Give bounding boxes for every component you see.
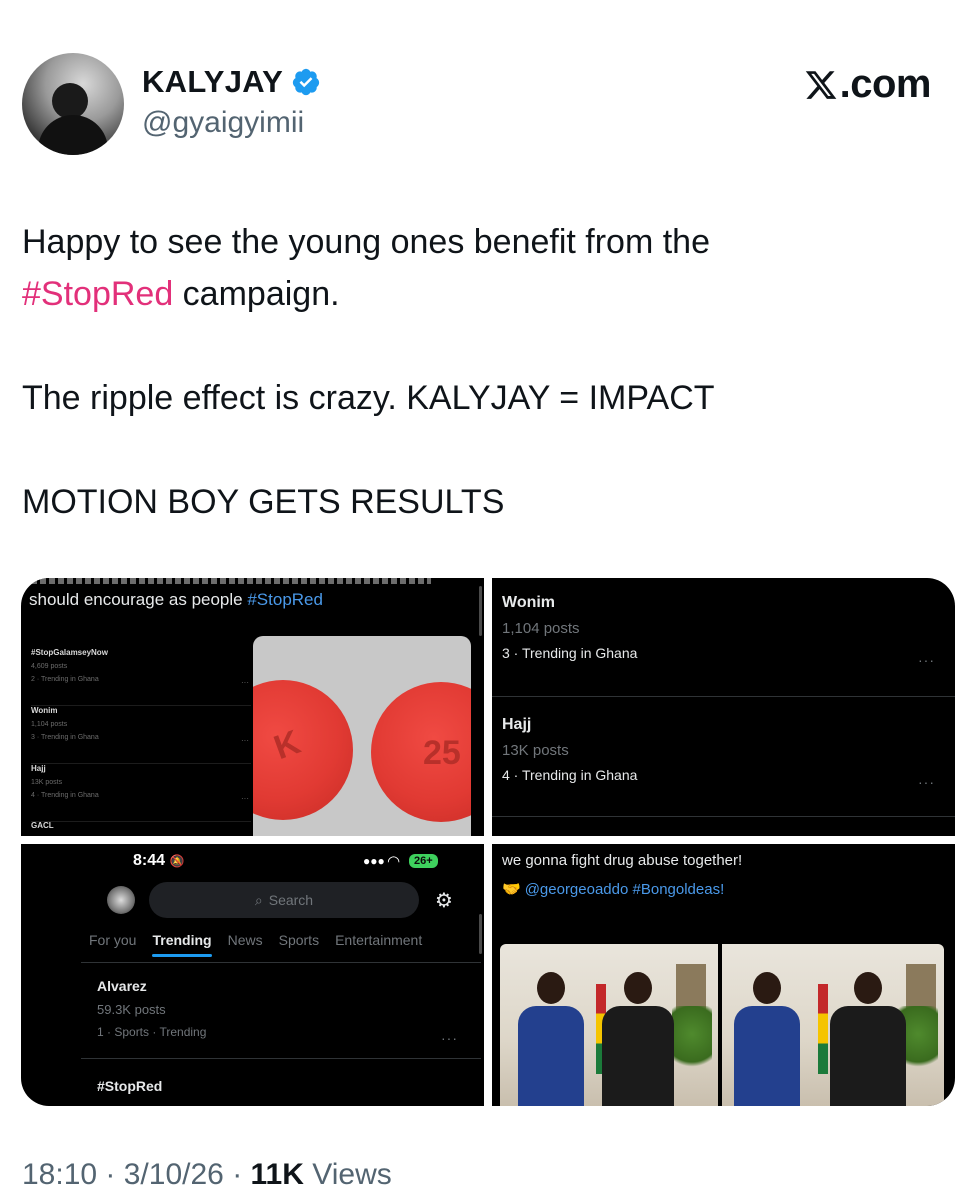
tweet-line-3: The ripple effect is crazy. KALYJAY = IM…: [22, 379, 715, 417]
person-dark: [602, 972, 674, 1106]
tweet-meta: 18:10 · 3/10/26 · 11K Views: [22, 1158, 392, 1191]
views-count: 11K: [250, 1158, 304, 1191]
person-dark: [830, 972, 906, 1106]
wifi-icon: ◠: [387, 853, 401, 870]
gear-icon: ⚙: [435, 890, 453, 912]
media-tile-1[interactable]: should encourage as people #StopRed #Sto…: [21, 578, 484, 836]
mini-trend-list: #StopGalamseyNow 4,609 posts 2 · Trendin…: [31, 648, 251, 822]
plant: [672, 1006, 712, 1076]
trend-item: #StopRed: [97, 1078, 163, 1094]
handshake-icon: 🤝: [502, 881, 521, 898]
tile4-text-1: we gonna fight drug abuse together!: [502, 852, 743, 869]
tweet-line-2: #StopRed campaign.: [22, 268, 922, 320]
mini-trend-item: #StopGalamseyNow 4,609 posts 2 · Trendin…: [31, 648, 251, 706]
tab-for-you: For you: [89, 932, 137, 948]
phone-status-bar: 8:44 🔕 ●●● ◠ 26+: [21, 852, 484, 872]
mini-trend-item: Hajj 13K posts 4 · Trending in Ghana ···: [31, 764, 251, 822]
trend-item: Wonim 1,104 posts 3 · Trending in Ghana: [502, 594, 638, 661]
x-com-brand: .com: [804, 62, 932, 107]
phone-tabs: For you Trending News Sports Entertainme…: [89, 932, 423, 957]
mini-trend-bottom: GACL: [31, 821, 54, 830]
tab-news: News: [227, 932, 263, 948]
photo-right: [722, 944, 944, 1106]
tweet-text: Happy to see the young ones benefit from…: [22, 216, 922, 528]
battery-badge: 26+: [409, 854, 438, 868]
x-logo-icon: [805, 70, 836, 99]
scroll-indicator: [479, 586, 482, 636]
phone-search-bar: ⌕ Search: [149, 882, 419, 918]
tweet-line-1: Happy to see the young ones benefit from…: [22, 223, 711, 261]
more-icon: ···: [918, 652, 935, 668]
hashtag-link[interactable]: #StopRed: [22, 275, 173, 313]
views-label: Views: [312, 1158, 392, 1191]
mini-trend-item: Wonim 1,104 posts 3 · Trending in Ghana …: [31, 706, 251, 764]
tab-sports: Sports: [278, 932, 320, 948]
media-tile-4[interactable]: we gonna fight drug abuse together! 🤝 @ge…: [492, 844, 955, 1106]
red-pill-left: [253, 680, 353, 820]
trend-item: Alvarez 59.3K posts 1 · Sports · Trendin…: [97, 978, 207, 1039]
avatar-body: [38, 115, 108, 155]
author-name-row[interactable]: KALYJAY: [142, 64, 321, 100]
tile1-hashtag: #StopRed: [247, 590, 323, 609]
search-icon: ⌕: [254, 891, 263, 908]
ghana-flag: [818, 984, 828, 1074]
post-date[interactable]: 3/10/26: [124, 1158, 224, 1191]
media-grid: should encourage as people #StopRed #Sto…: [21, 578, 955, 1106]
author-avatar[interactable]: [22, 53, 124, 155]
trend-item: Hajj 13K posts 4 · Trending in Ghana: [502, 716, 638, 783]
person-blue: [518, 972, 584, 1106]
more-icon: ···: [918, 774, 935, 790]
author-name[interactable]: KALYJAY: [142, 64, 283, 100]
signal-icon: ●●●: [363, 854, 385, 868]
bell-off-icon: 🔕: [169, 854, 185, 868]
pill-mark-25: 25: [423, 734, 461, 772]
tab-divider: [81, 962, 481, 963]
divider: [81, 1058, 481, 1059]
post-time[interactable]: 18:10: [22, 1158, 97, 1191]
cropped-text: [31, 578, 431, 584]
author-handle[interactable]: @gyaigyimii: [142, 106, 304, 140]
divider: [492, 696, 955, 697]
tweet-line-2-rest: campaign.: [173, 275, 340, 313]
divider: [492, 816, 955, 817]
tab-entertainment: Entertainment: [335, 932, 423, 948]
tab-trending: Trending: [152, 932, 212, 957]
phone-avatar: [107, 886, 135, 914]
tile4-text-2: 🤝 @georgeoaddo #Bongoldeas!: [502, 881, 725, 898]
brand-domain: .com: [839, 62, 932, 106]
avatar-head: [52, 83, 88, 119]
tile1-top-text: should encourage as people #StopRed: [29, 590, 323, 609]
photo-left: [500, 944, 718, 1106]
scroll-indicator: [479, 914, 482, 954]
media-tile-2[interactable]: Wonim 1,104 posts 3 · Trending in Ghana …: [492, 578, 955, 836]
verified-badge-icon: [292, 68, 320, 96]
media-tile-3[interactable]: 8:44 🔕 ●●● ◠ 26+ ⌕ Search ⚙ For you Trend…: [21, 844, 484, 1106]
red-pills-image: K 25: [253, 636, 471, 836]
status-time: 8:44 🔕: [133, 852, 185, 869]
person-blue: [734, 972, 800, 1106]
tweet-line-4: MOTION BOY GETS RESULTS: [22, 483, 505, 521]
more-icon: ···: [441, 1030, 458, 1046]
